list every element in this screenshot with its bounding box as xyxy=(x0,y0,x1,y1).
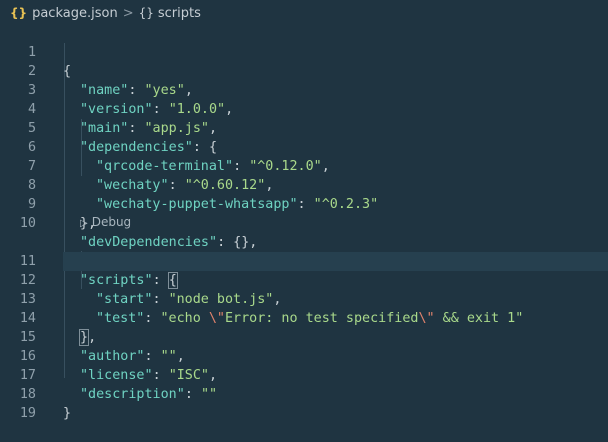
code-line[interactable]: 10 "devDependencies": {}, xyxy=(0,195,608,250)
code-line[interactable]: 4 "main": "app.js", xyxy=(0,81,608,136)
json-file-icon: {} xyxy=(10,6,28,20)
code-line[interactable]: 14 }, xyxy=(0,290,608,346)
code-line[interactable]: 15 "author": "", xyxy=(0,309,608,364)
play-icon: ▷ xyxy=(80,218,88,229)
code-line[interactable]: 7 "wechaty": "^0.60.12", xyxy=(0,138,608,193)
breadcrumb: {} package.json > {} scripts xyxy=(0,0,608,26)
code-line[interactable]: 17 "description": "" xyxy=(0,347,608,402)
code-line[interactable]: 1 { xyxy=(0,24,608,79)
breadcrumb-symbol[interactable]: scripts xyxy=(158,6,201,21)
breadcrumb-file[interactable]: package.json xyxy=(32,6,118,21)
code-line[interactable]: 5 "dependencies": { xyxy=(0,100,608,155)
breadcrumb-separator-icon: > xyxy=(122,5,134,21)
code-line[interactable]: 6 "qrcode-terminal": "^0.12.0", xyxy=(0,119,608,174)
code-line[interactable]: 11 "scripts": { xyxy=(0,233,608,289)
code-line[interactable]: 3 "version": "1.0.0", xyxy=(0,62,608,117)
code-line[interactable]: 18 } xyxy=(0,366,608,421)
code-line[interactable]: 19 xyxy=(0,385,608,421)
code-line[interactable]: 12 "start": "node bot.js", xyxy=(0,252,608,307)
line-number: 19 xyxy=(19,406,36,421)
code-line[interactable]: 2 "name": "yes", xyxy=(0,43,608,98)
code-line[interactable]: 9 }, xyxy=(0,176,608,231)
line-number: 10 xyxy=(19,216,36,231)
code-editor[interactable]: 1 { 2 "name": "yes", 3 "version": "1.0.0… xyxy=(0,24,608,436)
debug-codelens[interactable]: ▷ Debug xyxy=(80,213,131,231)
code-line[interactable]: 16 "license": "ISC", xyxy=(0,328,608,383)
code-line[interactable]: 8 "wechaty-puppet-whatsapp": "^0.2.3" xyxy=(0,157,608,212)
code-line[interactable]: 13 "test": "echo \"Error: no test specif… xyxy=(0,271,608,326)
brace: } xyxy=(63,406,72,421)
object-symbol-icon: {} xyxy=(138,6,154,20)
debug-codelens-label: Debug xyxy=(91,215,132,229)
